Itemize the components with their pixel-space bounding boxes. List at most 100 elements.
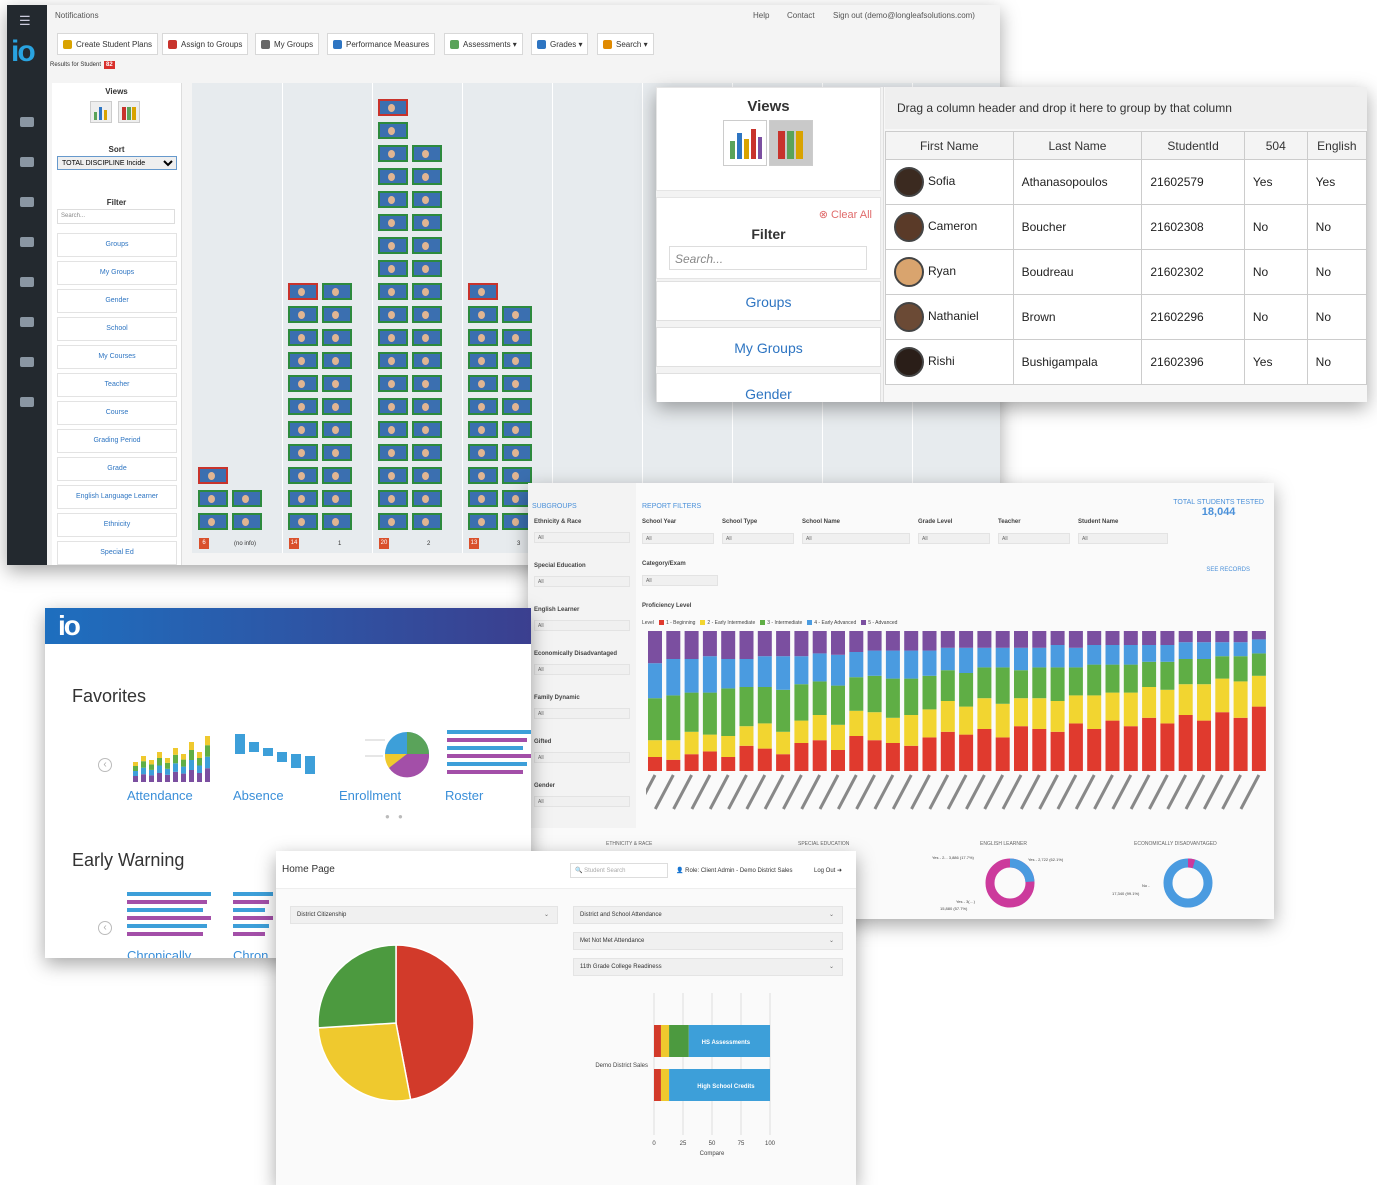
student-photo[interactable] — [288, 421, 318, 438]
student-photo[interactable] — [322, 421, 352, 438]
student-photo[interactable] — [378, 191, 408, 208]
bar-segment[interactable] — [794, 684, 809, 721]
bar-segment[interactable] — [922, 650, 937, 676]
filter-search-input[interactable]: Search... — [669, 246, 867, 270]
bar-segment[interactable] — [1215, 656, 1230, 679]
category-select[interactable]: All — [642, 575, 718, 586]
student-photo[interactable] — [378, 168, 408, 185]
bar-segment[interactable] — [959, 647, 974, 673]
bar-segment[interactable] — [721, 757, 736, 771]
attendance-label[interactable]: Attendance — [127, 788, 193, 803]
bar-segment[interactable] — [1233, 681, 1248, 718]
absence-label[interactable]: Absence — [233, 788, 284, 803]
student-photo[interactable] — [288, 306, 318, 323]
pie-slice[interactable] — [317, 944, 397, 1029]
bar-segment[interactable] — [648, 740, 662, 757]
bar-segment[interactable] — [1068, 667, 1083, 696]
bar-segment[interactable] — [1197, 642, 1211, 659]
filter-groups-button[interactable]: Groups — [656, 281, 881, 321]
bar-segment[interactable] — [1160, 723, 1175, 771]
filter-my-groups-button[interactable]: My Groups — [656, 327, 881, 367]
filter-item[interactable]: School — [57, 317, 177, 341]
bar-segment[interactable] — [1087, 729, 1102, 771]
bar-segment[interactable] — [995, 703, 1010, 738]
bar-segment[interactable] — [702, 734, 717, 752]
student-photo[interactable] — [412, 145, 442, 162]
bar-segment[interactable] — [739, 631, 754, 659]
bar-segment[interactable] — [702, 656, 717, 693]
bar-segment[interactable] — [1178, 715, 1193, 771]
bar-segment[interactable] — [776, 689, 791, 732]
bar-segment[interactable] — [1068, 695, 1083, 724]
table-row[interactable]: Rishi Bushigampala 21602396 Yes No — [885, 339, 1367, 385]
col-first-name[interactable]: First Name — [885, 131, 1014, 160]
student-photo[interactable] — [502, 467, 532, 484]
chat-icon[interactable] — [20, 197, 34, 207]
student-photo[interactable] — [322, 513, 352, 530]
student-photo[interactable] — [288, 329, 318, 346]
bar-segment[interactable] — [1032, 631, 1047, 648]
bar-segment[interactable] — [660, 1069, 670, 1101]
filter-item[interactable]: English Language Learner — [57, 485, 177, 509]
bar-segment[interactable] — [1014, 726, 1028, 771]
subgroup-select[interactable]: All — [534, 620, 630, 631]
table-row[interactable]: Nathaniel Brown 21602296 No No — [885, 294, 1367, 340]
bar-segment[interactable] — [1068, 631, 1083, 648]
student-photo[interactable] — [468, 283, 498, 300]
student-photo[interactable] — [468, 467, 498, 484]
bar-segment[interactable] — [995, 631, 1010, 648]
bar-segment[interactable] — [648, 631, 662, 664]
student-photo[interactable] — [322, 352, 352, 369]
student-photo[interactable] — [288, 375, 318, 392]
student-photo[interactable] — [378, 398, 408, 415]
bar-segment[interactable] — [1032, 698, 1047, 729]
student-photo[interactable] — [502, 375, 532, 392]
bar-segment[interactable] — [904, 678, 919, 715]
bar-segment[interactable] — [776, 754, 791, 771]
bar-segment[interactable] — [849, 710, 864, 736]
chart-icon[interactable] — [20, 277, 34, 287]
bar-segment[interactable] — [794, 656, 809, 685]
clear-all-button[interactable]: ⊗ Clear All — [819, 208, 872, 221]
bar-segment[interactable] — [1087, 645, 1102, 665]
bar-segment[interactable] — [904, 650, 919, 679]
student-photo[interactable] — [412, 375, 442, 392]
student-photo[interactable] — [198, 467, 228, 484]
bar-segment[interactable] — [1215, 678, 1230, 713]
report-filter-select[interactable]: All — [998, 533, 1070, 544]
bar-segment[interactable] — [867, 650, 882, 676]
bar-segment[interactable] — [721, 736, 736, 757]
student-photo[interactable] — [412, 444, 442, 461]
student-photo[interactable] — [502, 306, 532, 323]
bar-segment[interactable] — [1123, 726, 1138, 771]
favorites-prev-arrow-icon[interactable]: ‹ — [98, 758, 112, 772]
bar-segment[interactable] — [995, 647, 1010, 668]
bar-segment[interactable] — [1014, 670, 1028, 699]
bar-segment[interactable] — [922, 675, 937, 710]
filter-item[interactable]: Groups — [57, 233, 177, 257]
bar-segment[interactable] — [794, 720, 809, 743]
student-photo[interactable] — [322, 329, 352, 346]
filter-item[interactable]: My Courses — [57, 345, 177, 369]
bar-segment[interactable] — [977, 729, 992, 771]
bar-segment[interactable] — [702, 751, 717, 771]
bar-segment[interactable] — [831, 724, 845, 750]
bar-segment[interactable] — [831, 750, 845, 771]
bar-segment[interactable] — [940, 731, 955, 771]
bar-segment[interactable] — [940, 631, 955, 648]
bar-segment[interactable] — [940, 670, 955, 701]
subgroup-select[interactable]: All — [534, 708, 630, 719]
filter-item[interactable]: Teacher — [57, 373, 177, 397]
bar-segment[interactable] — [1050, 631, 1065, 645]
toolbar-button[interactable]: Create Student Plans — [57, 33, 159, 55]
student-photo[interactable] — [198, 513, 228, 530]
student-photo[interactable] — [378, 421, 408, 438]
home-icon[interactable] — [20, 117, 34, 127]
group-by-bar[interactable]: Drag a column header and drop it here to… — [885, 87, 1367, 129]
bar-segment[interactable] — [1105, 692, 1120, 721]
college-readiness-card[interactable]: 11th Grade College Readiness ⌄ — [573, 958, 843, 976]
student-photo[interactable] — [412, 398, 442, 415]
bar-segment[interactable] — [995, 737, 1010, 771]
bar-segment[interactable] — [648, 698, 662, 741]
table-row[interactable]: Sofia Athanasopoulos 21602579 Yes Yes — [885, 159, 1367, 205]
